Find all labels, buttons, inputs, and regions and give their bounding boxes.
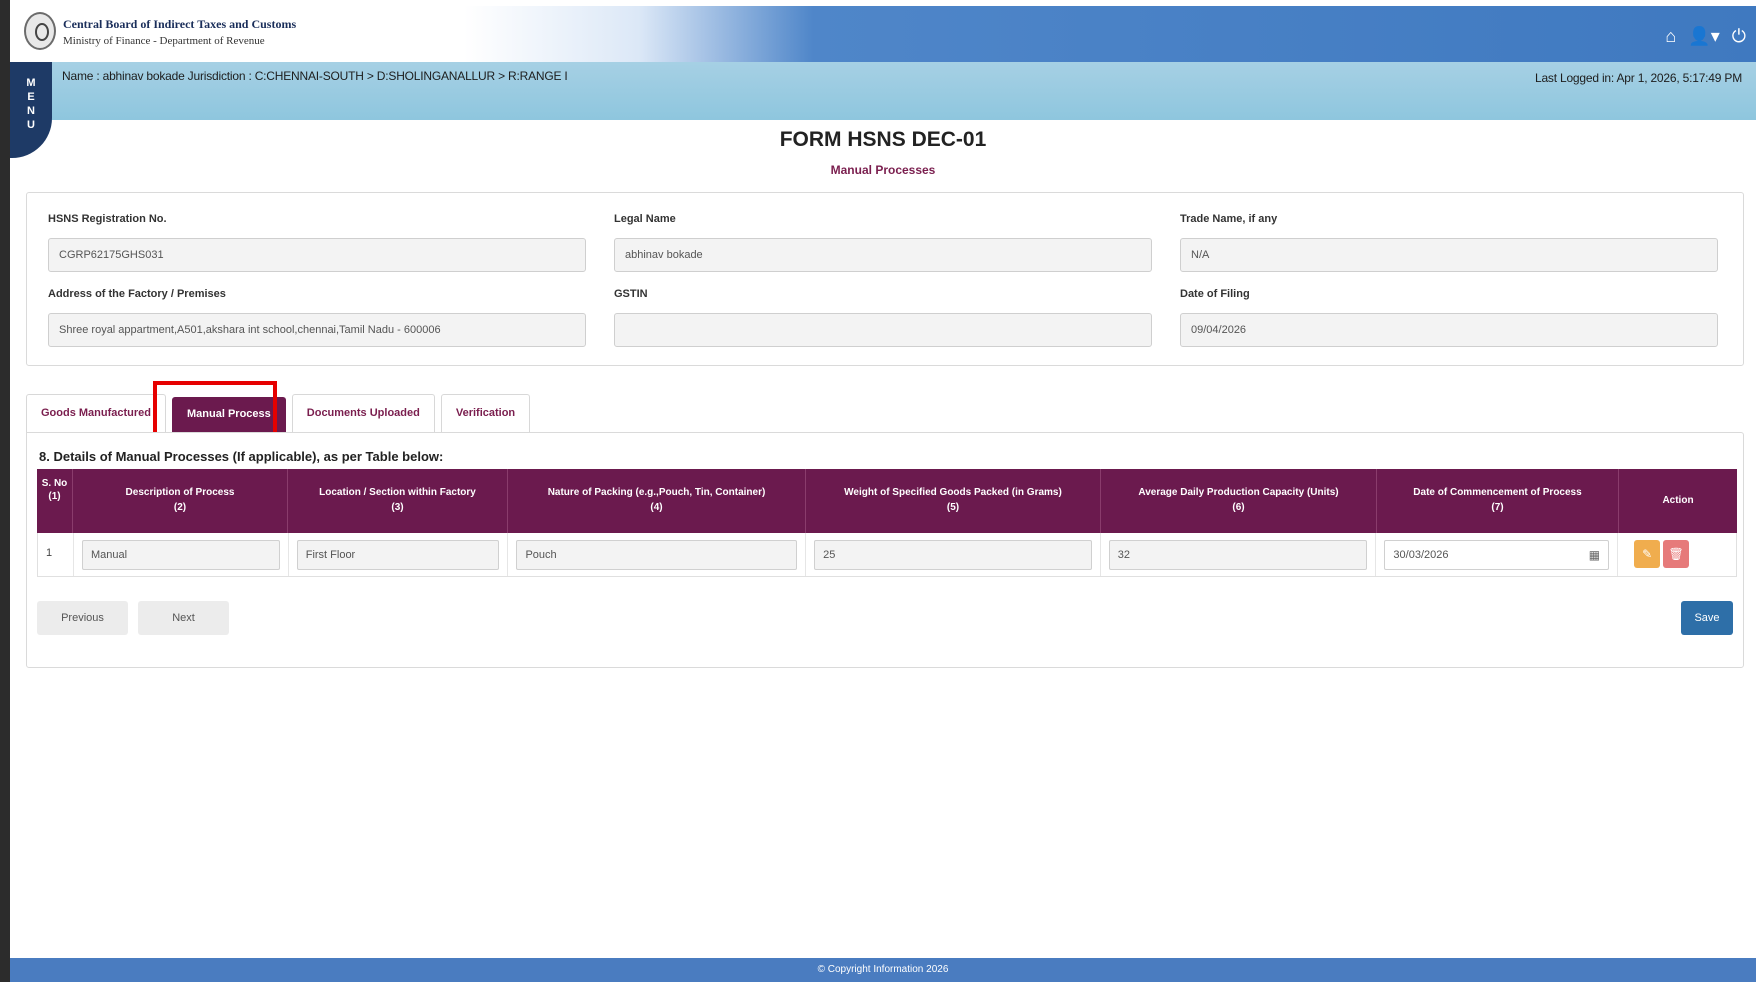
trade-name-label: Trade Name, if any: [1180, 213, 1278, 225]
delete-icon[interactable]: 🗑: [1663, 540, 1690, 568]
header-date: Date of Commencement of Process (7): [1377, 469, 1619, 533]
header-weight: Weight of Specified Goods Packed (in Gra…: [806, 469, 1101, 533]
header-packing-label: Nature of Packing (e.g.,Pouch, Tin, Cont…: [547, 487, 766, 498]
save-button[interactable]: Save: [1681, 601, 1733, 635]
header-description-label: Description of Process: [125, 487, 235, 498]
home-icon[interactable]: ⌂: [1665, 26, 1676, 47]
reg-no-field[interactable]: CGRP62175GHS031: [48, 238, 586, 272]
tab-verification[interactable]: Verification: [440, 394, 531, 433]
manual-process-panel: 8. Details of Manual Processes (If appli…: [26, 432, 1744, 668]
user-jurisdiction: Name : abhinav bokade Jurisdiction : C:C…: [62, 69, 568, 83]
cell-packing: Pouch: [508, 533, 807, 576]
header-date-num: (7): [1491, 502, 1504, 513]
calendar-icon[interactable]: ▦: [1589, 548, 1600, 562]
org-name: Central Board of Indirect Taxes and Cust…: [63, 17, 297, 31]
header-capacity-label: Average Daily Production Capacity (Units…: [1138, 487, 1339, 498]
header-sno-label: S. No: [41, 478, 68, 489]
cell-date: 30/03/2026 ▦: [1376, 533, 1619, 576]
last-logged-in: Last Logged in: Apr 1, 2026, 5:17:49 PM: [1534, 71, 1742, 85]
trade-name-field[interactable]: N/A: [1180, 238, 1718, 272]
capacity-input[interactable]: 32: [1108, 540, 1368, 570]
user-icon[interactable]: 👤▾: [1688, 26, 1719, 47]
app-window: Central Board of Indirect Taxes and Cust…: [0, 0, 1756, 982]
tab-documents-uploaded[interactable]: Documents Uploaded: [291, 394, 435, 433]
cell-location: First Floor: [289, 533, 509, 576]
page-title: FORM HSNS DEC-01: [779, 128, 987, 151]
header-packing-num: (4): [650, 502, 663, 513]
page-subtitle: Manual Processes: [830, 163, 936, 177]
cell-action: ✎ 🗑: [1618, 533, 1736, 576]
header-location-num: (3): [391, 502, 404, 513]
power-icon[interactable]: ⏻: [1732, 26, 1746, 47]
footer-copyright: © Copyright Information 2026: [10, 958, 1756, 982]
previous-button[interactable]: Previous: [37, 601, 128, 635]
emblem-icon: [24, 12, 56, 50]
menu-label-e: E: [27, 91, 35, 103]
next-button[interactable]: Next: [138, 601, 229, 635]
cell-description: Manual: [74, 533, 289, 576]
address-label: Address of the Factory / Premises: [48, 288, 226, 300]
address-field[interactable]: Shree royal appartment,A501,akshara int …: [48, 313, 586, 347]
header-packing: Nature of Packing (e.g.,Pouch, Tin, Cont…: [508, 469, 806, 533]
description-input[interactable]: Manual: [81, 540, 280, 570]
header-description-num: (2): [173, 502, 187, 513]
header-capacity-num: (6): [1232, 502, 1245, 513]
form-tabs: Goods Manufactured Manual Process Docume…: [26, 394, 531, 433]
header-sno-num: (1): [48, 491, 61, 502]
weight-input[interactable]: 25: [814, 540, 1092, 570]
header-sno: S. No (1): [37, 469, 73, 533]
location-input[interactable]: First Floor: [296, 540, 500, 570]
menu-label-n: N: [27, 105, 35, 117]
cell-sno: 1: [38, 533, 74, 576]
table-row: 1 Manual First Floor Pouch 25 32 30/03/2…: [37, 533, 1737, 577]
registration-details-panel: HSNS Registration No. CGRP62175GHS031 Le…: [26, 192, 1744, 366]
top-header: Central Board of Indirect Taxes and Cust…: [10, 6, 1756, 62]
date-filing-label: Date of Filing: [1180, 288, 1250, 300]
edit-icon[interactable]: ✎: [1634, 540, 1661, 568]
header-icons: ⌂ 👤▾ ⏻: [1665, 26, 1746, 47]
user-info-bar: Name : abhinav bokade Jurisdiction : C:C…: [10, 62, 1756, 120]
header-location: Location / Section within Factory (3): [288, 469, 508, 533]
header-description: Description of Process (2): [73, 469, 288, 533]
gstin-label: GSTIN: [614, 288, 648, 300]
date-filing-field[interactable]: 09/04/2026: [1180, 313, 1718, 347]
cell-weight: 25: [806, 533, 1101, 576]
date-input[interactable]: 30/03/2026 ▦: [1384, 540, 1610, 570]
table-header: S. No (1) Description of Process (2) Loc…: [37, 469, 1737, 533]
packing-input[interactable]: Pouch: [516, 540, 798, 570]
org-subtitle: Ministry of Finance - Department of Reve…: [63, 35, 265, 47]
menu-label-m: M: [26, 77, 36, 89]
header-date-label: Date of Commencement of Process: [1413, 487, 1582, 498]
section-title: 8. Details of Manual Processes (If appli…: [39, 449, 444, 464]
header-location-label: Location / Section within Factory: [319, 487, 476, 498]
header-weight-num: (5): [946, 502, 960, 513]
cell-capacity: 32: [1101, 533, 1377, 576]
gstin-field[interactable]: [614, 313, 1152, 347]
tab-goods-manufactured[interactable]: Goods Manufactured: [26, 394, 167, 433]
header-weight-label: Weight of Specified Goods Packed (in Gra…: [844, 487, 1062, 498]
reg-no-label: HSNS Registration No.: [48, 213, 167, 225]
legal-name-label: Legal Name: [614, 213, 676, 225]
date-value: 30/03/2026: [1393, 549, 1449, 561]
legal-name-field[interactable]: abhinav bokade: [614, 238, 1152, 272]
header-action-label: Action: [1662, 495, 1694, 506]
header-action: Action: [1619, 469, 1737, 533]
header-capacity: Average Daily Production Capacity (Units…: [1101, 469, 1377, 533]
